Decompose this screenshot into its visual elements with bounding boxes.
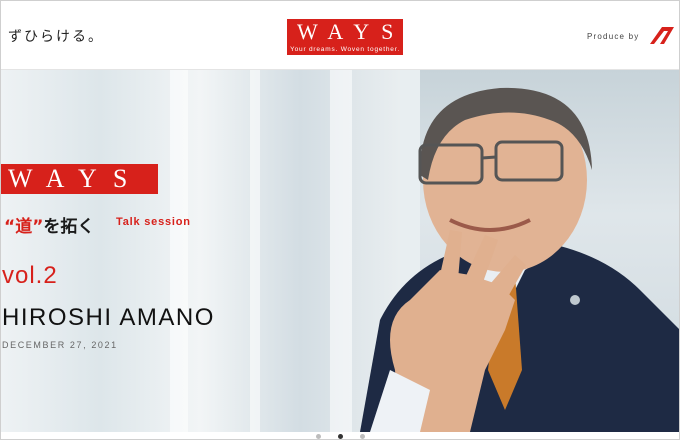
carousel-dot-2[interactable] [338, 434, 343, 439]
talk-session-label: Talk session [116, 216, 191, 228]
ways-logo[interactable]: WAYS Your dreams. Woven together. [287, 19, 403, 55]
michi-close-quote: ” [32, 217, 44, 237]
produce-by-label: Produce by [587, 32, 640, 41]
speaker-photo [360, 87, 680, 432]
carousel-dot-1[interactable] [316, 434, 321, 439]
site-header: ずひらける。 WAYS Your dreams. Woven together.… [0, 0, 680, 70]
window-frame [250, 70, 260, 432]
michi-kanji: 道 [15, 217, 33, 237]
michi-open-quote: “ [4, 217, 16, 237]
publish-date: DECEMBER 27, 2021 [2, 340, 118, 350]
hero-ways-logo: WAYS [0, 164, 158, 194]
brand-mark-icon[interactable] [648, 24, 676, 46]
guest-name: HIROSHI AMANO [2, 304, 215, 331]
michi-rest: を拓く [43, 217, 95, 237]
header-tagline: ずひらける。 [8, 29, 104, 45]
window-frame [170, 70, 188, 432]
hero-banner[interactable]: WAYS “道”を拓く Talk session vol.2 HIROSHI A… [0, 70, 680, 432]
ways-logo-subtitle: Your dreams. Woven together. [287, 44, 403, 55]
ways-logo-wordmark: WAYS [287, 19, 403, 44]
carousel-dot-3[interactable] [360, 434, 365, 439]
carousel-dots [0, 432, 680, 440]
volume-label: vol.2 [2, 262, 58, 289]
michi-wo-hiraku-title: “道”を拓く [4, 212, 94, 237]
